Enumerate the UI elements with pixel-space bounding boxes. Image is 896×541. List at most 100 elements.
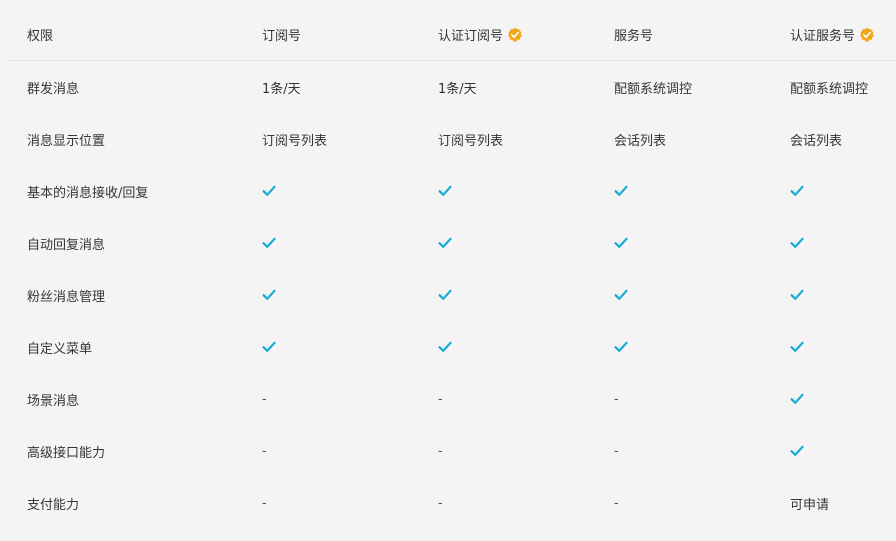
row-label: 高级接口能力	[27, 445, 106, 461]
row-value-cell	[438, 217, 452, 269]
row-value-cell: -	[438, 477, 443, 529]
row-label: 粉丝消息管理	[27, 289, 106, 305]
value-text: 可申请	[790, 497, 830, 513]
value-text: 1条/天	[262, 81, 301, 97]
dash-value: -	[614, 495, 619, 511]
value-text: 订阅号列表	[262, 133, 328, 149]
check-icon	[790, 341, 804, 353]
value-text: 会话列表	[614, 133, 667, 149]
row-value-cell	[262, 321, 276, 373]
row-value-cell	[614, 165, 628, 217]
check-icon	[790, 445, 804, 457]
row-value-cell: -	[262, 425, 267, 477]
row-value-cell: -	[438, 373, 443, 425]
row-value-cell	[438, 321, 452, 373]
row-label: 群发消息	[27, 81, 80, 97]
check-icon	[614, 341, 628, 353]
row-value-cell	[438, 269, 452, 321]
check-icon	[790, 289, 804, 301]
dash-value: -	[438, 495, 443, 511]
value-text: 配额系统调控	[614, 81, 693, 97]
check-icon	[438, 289, 452, 301]
value-text: 会话列表	[790, 133, 843, 149]
row-label-cell: 群发消息	[27, 61, 79, 113]
row-value-cell: 订阅号列表	[438, 113, 503, 165]
row-label-cell: 支付能力	[27, 477, 79, 529]
check-icon	[262, 185, 276, 197]
row-value-cell: 配额系统调控	[790, 61, 868, 113]
verified-badge-icon	[507, 27, 523, 43]
table-row: 场景消息 - - -	[0, 373, 896, 425]
check-icon	[790, 237, 804, 249]
check-icon	[262, 341, 276, 353]
check-icon	[790, 185, 804, 197]
row-value-cell	[438, 165, 452, 217]
dash-value: -	[262, 495, 267, 511]
table-row: 高级接口能力 - - -	[0, 425, 896, 477]
row-label-cell: 自定义菜单	[27, 321, 92, 373]
dash-value: -	[614, 443, 619, 459]
check-icon	[438, 185, 452, 197]
header-service-label: 服务号	[614, 29, 654, 44]
table-row: 自动回复消息	[0, 217, 896, 269]
check-icon	[438, 237, 452, 249]
verified-badge-icon	[859, 27, 875, 43]
row-value-cell: -	[438, 425, 443, 477]
row-value-cell: -	[614, 425, 619, 477]
row-value-cell	[790, 425, 804, 477]
row-value-cell	[790, 321, 804, 373]
row-label-cell: 高级接口能力	[27, 425, 105, 477]
row-label-cell: 消息显示位置	[27, 113, 105, 165]
table-row: 消息显示位置 订阅号列表 订阅号列表 会话列表 会话列表	[0, 113, 896, 165]
header-verified-service-label: 认证服务号	[790, 29, 856, 44]
dash-value: -	[614, 391, 619, 407]
row-label: 自定义菜单	[27, 341, 93, 357]
row-value-cell: 会话列表	[614, 113, 666, 165]
header-subscription-label: 订阅号	[262, 29, 302, 44]
header-service: 服务号	[614, 8, 653, 61]
check-icon	[614, 289, 628, 301]
row-label: 消息显示位置	[27, 133, 106, 149]
row-value-cell: 1条/天	[262, 61, 301, 113]
row-value-cell	[790, 373, 804, 425]
row-label-cell: 场景消息	[27, 373, 79, 425]
row-value-cell	[262, 165, 276, 217]
row-value-cell	[262, 269, 276, 321]
row-value-cell: -	[614, 373, 619, 425]
table-row: 支付能力 - - - 可申请	[0, 477, 896, 529]
row-label: 场景消息	[27, 393, 80, 409]
table-row: 群发消息 1条/天 1条/天 配额系统调控 配额系统调控	[0, 61, 896, 113]
check-icon	[614, 237, 628, 249]
table-header: 权限 订阅号 认证订阅号 服务号 认证服务号	[0, 8, 896, 61]
row-value-cell: -	[614, 477, 619, 529]
table-row: 粉丝消息管理	[0, 269, 896, 321]
check-icon	[438, 341, 452, 353]
table-row: 自定义菜单	[0, 321, 896, 373]
header-permission: 权限	[27, 8, 53, 61]
row-value-cell	[614, 321, 628, 373]
dash-value: -	[438, 443, 443, 459]
row-value-cell: -	[262, 477, 267, 529]
row-label: 自动回复消息	[27, 237, 106, 253]
check-icon	[790, 393, 804, 405]
dash-value: -	[262, 443, 267, 459]
row-label: 支付能力	[27, 497, 80, 513]
row-value-cell	[614, 217, 628, 269]
row-label-cell: 基本的消息接收/回复	[27, 165, 148, 217]
row-value-cell: 会话列表	[790, 113, 842, 165]
dash-value: -	[262, 391, 267, 407]
table-row: 基本的消息接收/回复	[0, 165, 896, 217]
row-value-cell: 配额系统调控	[614, 61, 692, 113]
row-label: 基本的消息接收/回复	[27, 185, 149, 201]
header-subscription: 订阅号	[262, 8, 301, 61]
row-value-cell	[614, 269, 628, 321]
header-permission-label: 权限	[27, 29, 54, 44]
value-text: 1条/天	[438, 81, 477, 97]
row-value-cell: 订阅号列表	[262, 113, 327, 165]
check-icon	[262, 289, 276, 301]
row-value-cell	[790, 269, 804, 321]
header-verified-service: 认证服务号	[790, 8, 875, 61]
value-text: 订阅号列表	[438, 133, 504, 149]
row-value-cell: -	[262, 373, 267, 425]
row-value-cell	[262, 217, 276, 269]
